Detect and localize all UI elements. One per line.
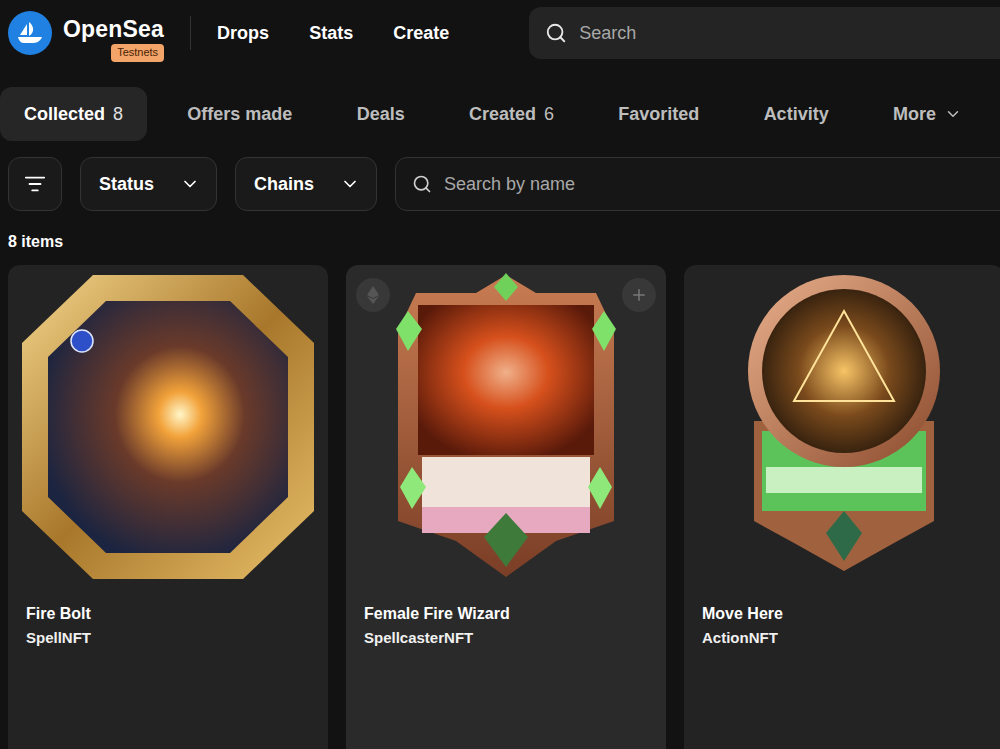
filter-dropdown[interactable]: Status [80,157,217,211]
nft-image [8,265,328,585]
nft-name: Female Fire Wizard [364,605,648,623]
nft-image [684,265,1000,585]
nft-collection: ActionNFT [702,629,986,646]
search-icon [545,22,567,44]
nav-link[interactable]: Create [393,23,449,44]
nft-artwork-icon [18,271,318,583]
main-nav: Drops Stats Create [217,23,449,44]
global-search[interactable]: Search [529,7,1000,59]
ethereum-icon [367,286,379,304]
chain-button[interactable] [356,278,390,312]
profile-tab[interactable]: Offers made [163,87,316,141]
top-bar: OpenSea Testnets Drops Stats Create Search [0,0,1000,66]
nft-name: Fire Bolt [26,605,310,623]
opensea-logo-icon [17,22,43,44]
profile-tab[interactable]: Activity [740,87,853,141]
chevron-down-icon [340,174,360,194]
header-divider [190,16,191,50]
filter-bar: Status Chains Search by name [0,157,1000,211]
nft-name: Move Here [702,605,986,623]
profile-tabs: Collected8 Offers made Deals Created6 Favori… [0,87,1000,141]
nft-card[interactable]: Fire Bolt SpellNFT [8,265,328,749]
nav-link[interactable]: Drops [217,23,269,44]
profile-tab[interactable]: Collected8 [0,87,147,141]
profile-page: OpenSea Testnets Drops Stats Create Search Col… [0,0,1000,749]
testnets-badge: Testnets [111,44,164,61]
item-count: 8 items [8,233,992,251]
chevron-down-icon [944,105,962,123]
plus-icon [630,286,648,304]
nft-info: Move Here ActionNFT [684,585,1000,666]
brand-name[interactable]: OpenSea [63,18,164,41]
nft-collection: SpellNFT [26,629,310,646]
nft-image [346,265,666,585]
nft-artwork-icon [356,271,656,583]
search-icon [412,174,432,194]
filter-icon [24,173,46,195]
profile-tab[interactable]: More [869,87,986,141]
profile-tab[interactable]: Created6 [445,87,578,141]
nft-info: Fire Bolt SpellNFT [8,585,328,666]
filter-button[interactable] [8,157,62,211]
item-grid: Fire Bolt SpellNFT Female Fire Wizard Spell… [0,265,1000,749]
logo[interactable] [8,11,52,55]
nft-info: Female Fire Wizard SpellcasterNFT [346,585,666,666]
nft-card[interactable]: Move Here ActionNFT [684,265,1000,749]
nav-link[interactable]: Stats [309,23,353,44]
filter-dropdown[interactable]: Chains [235,157,377,211]
nft-artwork-icon [694,271,994,583]
name-search[interactable]: Search by name [395,157,1000,211]
add-button[interactable] [622,278,656,312]
profile-tab[interactable]: Deals [333,87,429,141]
profile-tab[interactable]: Favorited [594,87,723,141]
nft-card[interactable]: Female Fire Wizard SpellcasterNFT [346,265,666,749]
nft-collection: SpellcasterNFT [364,629,648,646]
chevron-down-icon [180,174,200,194]
brand: OpenSea Testnets [63,4,164,61]
